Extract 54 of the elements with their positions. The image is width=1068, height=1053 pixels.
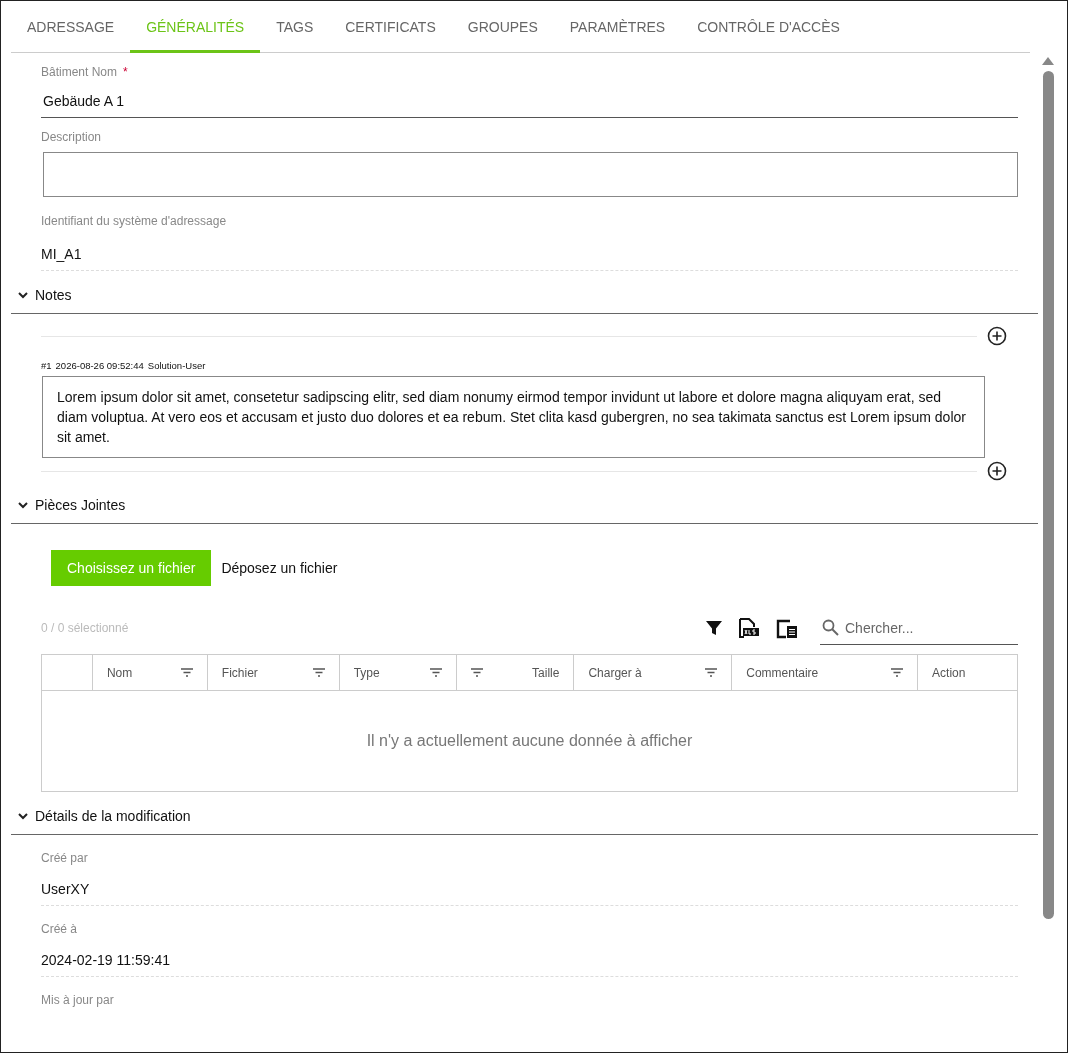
column-header: Taille	[532, 665, 560, 680]
selection-count: 0 / 0 sélectionné	[41, 621, 130, 635]
add-circle-icon[interactable]	[987, 461, 1007, 481]
name-input-field[interactable]: Gebäude A 1	[41, 85, 1018, 118]
tab[interactable]: ADRESSAGE	[11, 1, 131, 53]
tab[interactable]: TAGS	[260, 1, 330, 53]
scrollbar-thumb[interactable]	[1042, 71, 1054, 919]
tab[interactable]: CERTIFICATS	[329, 1, 452, 53]
tab[interactable]: GROUPES	[451, 1, 554, 53]
search-icon	[822, 619, 839, 636]
column-header: Charger à	[588, 665, 642, 680]
filter-lines-icon[interactable]	[312, 668, 325, 677]
drop-zone-text: Déposez un fichier	[221, 560, 338, 576]
field-label: Bâtiment Nom	[41, 64, 118, 81]
note-number: #1	[41, 360, 52, 371]
field-label: Créé par	[41, 850, 89, 865]
field-label: Description	[41, 129, 102, 146]
field-value: UserXY	[41, 865, 1018, 906]
column-header: Nom	[106, 665, 133, 680]
tab[interactable]: PARAMÈTRES	[553, 1, 682, 53]
filter-icon[interactable]	[706, 620, 722, 636]
xlsx-file-icon[interactable]	[738, 618, 760, 638]
field-label: Mis à jour par	[41, 992, 115, 1007]
note-author: Solution-User	[147, 360, 206, 371]
field-label: Identifiant du système d'adressage	[41, 213, 227, 230]
add-circle-icon[interactable]	[987, 326, 1007, 346]
description-textarea[interactable]	[43, 152, 1018, 197]
search-placeholder: Chercher...	[845, 619, 914, 636]
field-value: 2024-02-19 11:59:41	[41, 936, 1018, 977]
required-asterisk: *	[123, 64, 128, 81]
document-list-icon[interactable]	[776, 617, 798, 639]
chevron-down-icon[interactable]	[17, 810, 29, 822]
chevron-down-icon[interactable]	[17, 499, 29, 511]
column-header: Commentaire	[746, 665, 819, 680]
field-value: MI_A1	[41, 230, 1018, 271]
note-timestamp: 2026-08-26 09:52:44	[55, 360, 144, 371]
column-header: Action	[932, 665, 966, 680]
filter-lines-icon[interactable]	[705, 668, 718, 677]
section-title[interactable]: Notes	[35, 287, 72, 303]
filter-lines-icon[interactable]	[429, 668, 442, 677]
column-header: Fichier	[221, 665, 258, 680]
section-title[interactable]: Pièces Jointes	[35, 497, 126, 513]
scroll-up-icon[interactable]	[1042, 57, 1054, 65]
note-text: Lorem ipsum dolor sit amet, consetetur sadipscing elitr, sed diam nonumy eirmod tempor invidunt ut labore et dolore magna aliquyam erat, sed diam voluptua. At vero eos et accusam et justo duo dolores et ea rebum. Stet clita kasd gubergren, no sea takimata sanctus est Lorem ipsum dolor sit amet.	[42, 376, 985, 458]
filter-lines-icon[interactable]	[180, 668, 193, 677]
filter-lines-icon[interactable]	[470, 668, 483, 677]
chevron-down-icon[interactable]	[17, 289, 29, 301]
field-label: Créé à	[41, 921, 79, 936]
filter-lines-icon[interactable]	[891, 668, 904, 677]
section-title[interactable]: Détails de la modification	[35, 808, 191, 824]
column-header: Type	[353, 665, 380, 680]
empty-table-message: Il n'y a actuellement aucune donnée à afficher	[366, 732, 693, 749]
search-field[interactable]: Chercher...	[820, 611, 1018, 645]
tab[interactable]: CONTRÔLE D'ACCÈS	[681, 1, 856, 53]
